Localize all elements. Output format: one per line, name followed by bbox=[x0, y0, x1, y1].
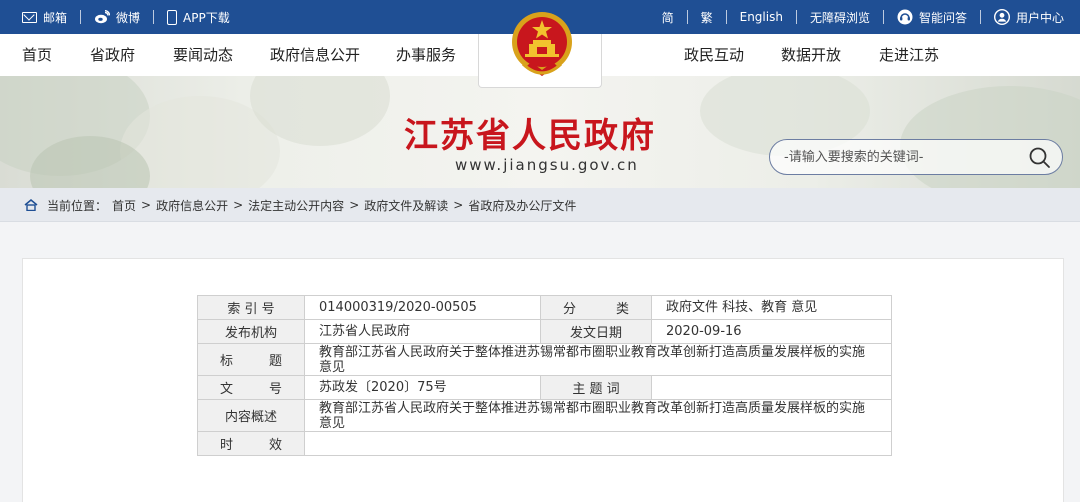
publisher-label: 发布机构 bbox=[197, 319, 305, 344]
table-row: 索 引 号 014000319/2020-00505 分类 政府文件 科技、教育… bbox=[197, 295, 892, 320]
breadcrumb-prefix: 当前位置： bbox=[47, 198, 108, 213]
divider bbox=[979, 10, 981, 24]
weibo-icon bbox=[95, 10, 111, 24]
breadcrumb-separator: > bbox=[233, 198, 244, 212]
breadcrumb: 当前位置： 首页 > 政府信息公开 > 法定主动公开内容 > 政府文件及解读 >… bbox=[0, 188, 1080, 222]
table-row: 标题 教育部江苏省人民政府关于整体推进苏锡常都市圈职业教育改革创新打造高质量发展… bbox=[197, 343, 892, 376]
publisher-value: 江苏省人民政府 bbox=[304, 319, 541, 344]
chat-robot-icon bbox=[897, 9, 913, 25]
breadcrumb-item-government-info[interactable]: 政府信息公开 bbox=[156, 197, 228, 214]
weibo-link[interactable]: 微博 bbox=[94, 9, 140, 26]
subject-keywords-label: 主 题 词 bbox=[540, 375, 652, 400]
divider bbox=[795, 10, 797, 24]
nav-open-data[interactable]: 数据开放 bbox=[781, 34, 841, 76]
divider bbox=[153, 10, 155, 24]
simplified-label: 简 bbox=[661, 10, 674, 25]
simplified-chinese-link[interactable]: 简 bbox=[662, 9, 674, 26]
document-card: 索 引 号 014000319/2020-00505 分类 政府文件 科技、教育… bbox=[22, 258, 1064, 502]
validity-label: 时效 bbox=[197, 431, 305, 456]
smart-qa-label: 智能问答 bbox=[918, 10, 967, 25]
index-number-value: 014000319/2020-00505 bbox=[304, 295, 541, 320]
phone-icon bbox=[167, 9, 178, 25]
mail-icon bbox=[22, 11, 37, 23]
top-bar-left: 邮箱 微博 APP下载 bbox=[22, 0, 230, 34]
search-icon[interactable] bbox=[1028, 146, 1052, 170]
index-number-label: 索 引 号 bbox=[197, 295, 305, 320]
divider bbox=[80, 10, 82, 24]
user-center-label: 用户中心 bbox=[1015, 10, 1064, 25]
table-row: 内容概述 教育部江苏省人民政府关于整体推进苏锡常都市圈职业教育改革创新打造高质量… bbox=[197, 399, 892, 432]
accessibility-label: 无障碍浏览 bbox=[809, 10, 870, 25]
app-download-label: APP下载 bbox=[183, 10, 230, 25]
nav-services[interactable]: 办事服务 bbox=[396, 34, 456, 76]
breadcrumb-item-government-documents[interactable]: 政府文件及解读 bbox=[364, 197, 448, 214]
issue-date-value: 2020-09-16 bbox=[651, 319, 892, 344]
validity-value bbox=[304, 431, 892, 456]
breadcrumb-separator: > bbox=[349, 198, 360, 212]
breadcrumb-item-provincial-documents[interactable]: 省政府及办公厅文件 bbox=[468, 197, 576, 214]
summary-value: 教育部江苏省人民政府关于整体推进苏锡常都市圈职业教育改革创新打造高质量发展样板的… bbox=[304, 399, 892, 432]
document-number-value: 苏政发〔2020〕75号 bbox=[304, 375, 541, 400]
issue-date-label: 发文日期 bbox=[540, 319, 652, 344]
user-center-link[interactable]: 用户中心 bbox=[993, 9, 1064, 26]
smart-qa-link[interactable]: 智能问答 bbox=[897, 9, 967, 26]
mailbox-link[interactable]: 邮箱 bbox=[22, 9, 67, 26]
site-url: www.jiangsu.gov.cn bbox=[455, 156, 639, 174]
site-title: 江苏省人民政府 bbox=[404, 116, 656, 156]
breadcrumb-separator: > bbox=[453, 198, 464, 212]
summary-label: 内容概述 bbox=[197, 399, 305, 432]
search-box bbox=[769, 139, 1063, 175]
home-icon bbox=[24, 199, 38, 211]
document-metadata-table: 索 引 号 014000319/2020-00505 分类 政府文件 科技、教育… bbox=[197, 295, 892, 456]
table-row: 文号 苏政发〔2020〕75号 主 题 词 bbox=[197, 375, 892, 400]
user-icon bbox=[993, 9, 1010, 25]
title-value: 教育部江苏省人民政府关于整体推进苏锡常都市圈职业教育改革创新打造高质量发展样板的… bbox=[304, 343, 892, 376]
traditional-chinese-link[interactable]: 繁 bbox=[701, 9, 713, 26]
subject-keywords-value bbox=[651, 375, 892, 400]
breadcrumb-item-home[interactable]: 首页 bbox=[112, 197, 136, 214]
table-row: 发布机构 江苏省人民政府 发文日期 2020-09-16 bbox=[197, 319, 892, 344]
document-number-label: 文号 bbox=[197, 375, 305, 400]
divider bbox=[882, 10, 884, 24]
nav-provincial-government[interactable]: 省政府 bbox=[90, 34, 135, 76]
english-link[interactable]: English bbox=[740, 10, 783, 24]
category-label: 分类 bbox=[540, 295, 652, 320]
table-row: 时效 bbox=[197, 431, 892, 456]
top-bar-right: 简 繁 English 无障碍浏览 智能问答 用户中心 bbox=[662, 0, 1064, 34]
mailbox-label: 邮箱 bbox=[43, 10, 68, 25]
breadcrumb-item-statutory-content[interactable]: 法定主动公开内容 bbox=[248, 197, 344, 214]
nav-home[interactable]: 首页 bbox=[22, 34, 52, 76]
divider bbox=[725, 10, 727, 24]
weibo-label: 微博 bbox=[116, 10, 141, 25]
category-value: 政府文件 科技、教育 意见 bbox=[651, 295, 892, 320]
breadcrumb-separator: > bbox=[141, 198, 152, 212]
nav-government-info[interactable]: 政府信息公开 bbox=[270, 34, 360, 76]
national-emblem-icon[interactable] bbox=[509, 10, 575, 82]
english-label: English bbox=[739, 10, 783, 24]
title-label: 标题 bbox=[197, 343, 305, 376]
nav-interaction[interactable]: 政民互动 bbox=[684, 34, 744, 76]
nav-news[interactable]: 要闻动态 bbox=[173, 34, 233, 76]
app-download-link[interactable]: APP下载 bbox=[167, 9, 230, 26]
accessibility-link[interactable]: 无障碍浏览 bbox=[810, 9, 870, 26]
traditional-label: 繁 bbox=[700, 10, 713, 25]
search-input[interactable] bbox=[784, 140, 1024, 174]
nav-about-jiangsu[interactable]: 走进江苏 bbox=[879, 34, 939, 76]
divider bbox=[686, 10, 688, 24]
